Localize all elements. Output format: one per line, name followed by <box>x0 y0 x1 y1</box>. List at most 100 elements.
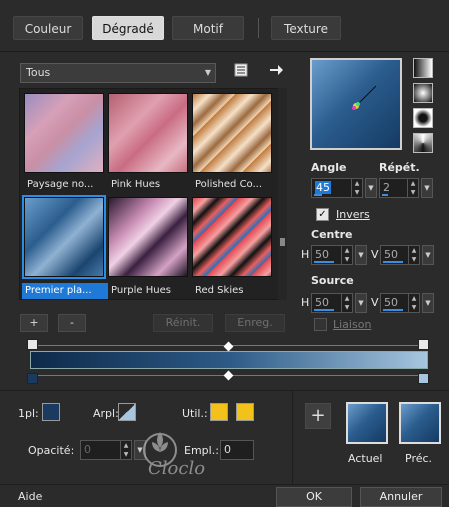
help-link[interactable]: Aide <box>18 490 42 503</box>
center-h-value: 50 <box>315 248 329 261</box>
sunburst-style-button[interactable] <box>413 133 433 153</box>
list-view-icon[interactable] <box>233 62 249 78</box>
category-dropdown-value: Tous <box>26 66 51 79</box>
spin-up-icon: ▲ <box>411 295 417 302</box>
center-label: Centre <box>311 228 353 241</box>
current-gradient-thumb[interactable] <box>346 402 388 444</box>
center-v-spinner[interactable]: ▲ ▼ <box>408 246 419 264</box>
color-midpoint[interactable] <box>223 370 234 381</box>
opacity-spinner[interactable]: ▲ ▼ <box>120 441 131 459</box>
scrollbar-thumb[interactable] <box>280 238 285 246</box>
previous-gradient-thumb[interactable] <box>399 402 441 444</box>
spin-down-icon: ▼ <box>344 256 350 263</box>
location-field[interactable]: 0 <box>220 440 254 460</box>
thumb-red-skies[interactable] <box>192 197 272 277</box>
invert-label[interactable]: Invers <box>336 208 370 221</box>
link-checkbox[interactable] <box>314 318 327 331</box>
angle-field[interactable]: 45 ▲ ▼ <box>311 178 363 198</box>
transparency-stop-left[interactable] <box>27 339 38 350</box>
source-v-dropdown[interactable]: ▼ <box>422 293 434 313</box>
center-h-slider[interactable] <box>314 261 334 263</box>
arrow-right-icon[interactable] <box>268 62 284 78</box>
source-h-spinner[interactable]: ▲ ▼ <box>341 294 352 312</box>
spin-up-icon: ▲ <box>123 442 129 449</box>
linear-style-button[interactable] <box>413 58 433 78</box>
center-v-field[interactable]: 50 ▲ ▼ <box>380 245 420 265</box>
source-v-value: 50 <box>384 296 398 309</box>
center-v-slider[interactable] <box>383 261 403 263</box>
source-v-label: V <box>371 296 379 309</box>
foreground-stop-swatch[interactable] <box>42 403 60 421</box>
repeat-field[interactable]: 2 ▲ ▼ <box>379 178 419 198</box>
thumb-label: Pink Hues <box>111 179 161 190</box>
remove-gradient-button[interactable]: - <box>58 314 86 332</box>
tab-couleur[interactable]: Couleur <box>13 16 83 40</box>
thumb-premier-plan[interactable] <box>22 195 106 279</box>
repeat-label: Répét. <box>379 161 420 174</box>
color-stop-right[interactable] <box>418 373 429 384</box>
thumb-label-selected: Premier pla... <box>22 283 108 299</box>
tab-texture[interactable]: Texture <box>271 16 341 40</box>
thumb-pink-hues[interactable] <box>108 93 188 173</box>
repeat-spinner[interactable]: ▲ ▼ <box>407 179 418 197</box>
source-h-dropdown[interactable]: ▼ <box>355 293 367 313</box>
category-dropdown[interactable]: Tous ▼ <box>20 63 216 83</box>
radial-style-button[interactable] <box>413 83 433 103</box>
center-h-spinner[interactable]: ▲ ▼ <box>341 246 352 264</box>
reset-button[interactable]: Réinit. <box>153 314 213 332</box>
tab-bar: Couleur Dégradé Motif Texture <box>0 0 449 52</box>
source-v-slider[interactable] <box>383 309 403 311</box>
center-h-field[interactable]: 50 ▲ ▼ <box>311 245 353 265</box>
tab-degrade[interactable]: Dégradé <box>92 16 164 40</box>
ok-button[interactable]: OK <box>276 487 352 507</box>
gallery-scrollbar[interactable] <box>278 88 287 300</box>
gradient-bar[interactable] <box>30 351 428 369</box>
opacity-field[interactable]: 0 ▲ ▼ <box>80 440 132 460</box>
background-stop-label: Arpl: <box>93 407 119 420</box>
gradient-preview[interactable] <box>310 58 402 150</box>
invert-checkbox[interactable]: ✓ <box>316 208 329 221</box>
angle-dropdown[interactable]: ▼ <box>365 178 377 198</box>
repeat-dropdown[interactable]: ▼ <box>421 178 433 198</box>
center-v-label: V <box>371 248 379 261</box>
angle-spinner[interactable]: ▲ ▼ <box>351 179 362 197</box>
angle-slider[interactable] <box>314 194 322 196</box>
user-stop-swatch-2[interactable] <box>236 403 254 421</box>
transparency-stop-right[interactable] <box>418 339 429 350</box>
spin-down-icon: ▼ <box>344 304 350 311</box>
angle-value: 45 <box>315 181 331 194</box>
add-gradient-button[interactable]: + <box>20 314 48 332</box>
cancel-button[interactable]: Annuler <box>360 487 442 507</box>
color-stop-left[interactable] <box>27 373 38 384</box>
source-label: Source <box>311 274 354 287</box>
tab-separator <box>258 18 259 38</box>
foreground-stop-label: 1pl: <box>18 407 39 420</box>
background-stop-swatch[interactable] <box>118 403 136 421</box>
thumb-paysage[interactable] <box>24 93 104 173</box>
rectangular-style-button[interactable] <box>413 108 433 128</box>
result-divider <box>292 390 293 485</box>
link-label[interactable]: Liaison <box>333 318 371 331</box>
spin-down-icon: ▼ <box>354 189 360 196</box>
source-h-slider[interactable] <box>314 309 334 311</box>
thumb-purple-hues[interactable] <box>108 197 188 277</box>
add-to-presets-button[interactable]: + <box>305 403 331 429</box>
location-value: 0 <box>224 443 231 456</box>
center-h-label: H <box>301 248 310 261</box>
spin-up-icon: ▲ <box>354 180 360 187</box>
source-h-field[interactable]: 50 ▲ ▼ <box>311 293 353 313</box>
transparency-midpoint[interactable] <box>223 341 234 352</box>
source-v-spinner[interactable]: ▲ ▼ <box>408 294 419 312</box>
thumb-polished-copper[interactable] <box>192 93 272 173</box>
spin-up-icon: ▲ <box>344 247 350 254</box>
user-stop-swatch-1[interactable] <box>210 403 228 421</box>
center-h-dropdown[interactable]: ▼ <box>355 245 367 265</box>
save-button[interactable]: Enreg. <box>225 314 285 332</box>
tab-motif[interactable]: Motif <box>172 16 244 40</box>
spin-down-icon: ▼ <box>123 451 129 458</box>
center-v-value: 50 <box>384 248 398 261</box>
center-v-dropdown[interactable]: ▼ <box>422 245 434 265</box>
angle-label: Angle <box>311 161 347 174</box>
repeat-slider[interactable] <box>382 194 388 196</box>
source-v-field[interactable]: 50 ▲ ▼ <box>380 293 420 313</box>
